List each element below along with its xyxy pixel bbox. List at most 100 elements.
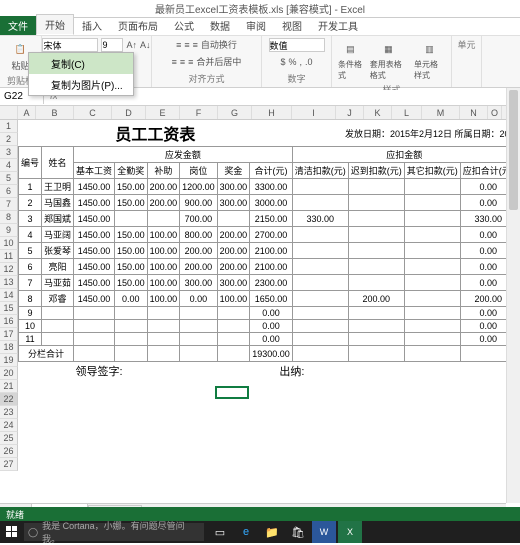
cell-no[interactable]: 11 (19, 333, 42, 346)
row-20[interactable]: 20 (0, 367, 18, 380)
cell-total[interactable]: 1650.00 (250, 291, 293, 307)
menu-file[interactable]: 文件 (0, 16, 36, 35)
cell-late[interactable] (348, 243, 404, 259)
cell-total[interactable]: 2300.00 (250, 275, 293, 291)
cell-allow[interactable]: 200.00 (147, 195, 180, 211)
row-15[interactable]: 15 (0, 302, 18, 315)
cell-clean[interactable] (292, 307, 348, 320)
cell-base[interactable] (74, 333, 115, 346)
cell-clean[interactable] (292, 275, 348, 291)
table-format-button[interactable]: ▦套用表格格式 (368, 38, 409, 83)
cell-clean[interactable]: 330.00 (292, 211, 348, 227)
cell-allow[interactable] (147, 333, 180, 346)
cell-total[interactable]: 2100.00 (250, 259, 293, 275)
align-bot-icon[interactable]: ≡ (193, 40, 198, 50)
cell-post[interactable]: 300.00 (180, 275, 218, 291)
font-name[interactable] (42, 38, 98, 52)
cell-name[interactable]: 马亚阔 (42, 227, 74, 243)
currency-icon[interactable]: $ (280, 57, 285, 67)
cell-base[interactable]: 1450.00 (74, 243, 115, 259)
cell-clean[interactable] (292, 179, 348, 195)
col-A[interactable]: A (18, 106, 36, 119)
cell-total[interactable]: 0.00 (250, 320, 293, 333)
cell-other[interactable] (404, 179, 460, 195)
wrap-button[interactable]: 自动换行 (201, 38, 237, 51)
row-10[interactable]: 10 (0, 237, 18, 250)
cell-total[interactable]: 2700.00 (250, 227, 293, 243)
cell-clean[interactable] (292, 320, 348, 333)
col-M[interactable]: M (422, 106, 460, 119)
cell-name[interactable] (42, 320, 74, 333)
align-top-icon[interactable]: ≡ (176, 40, 181, 50)
cell-post[interactable]: 200.00 (180, 259, 218, 275)
store-icon[interactable]: 🛍 (286, 521, 310, 543)
cell-total[interactable]: 2150.00 (250, 211, 293, 227)
cell-allow[interactable]: 100.00 (147, 227, 180, 243)
cell-bonus[interactable] (217, 307, 250, 320)
cell-bonus[interactable]: 300.00 (217, 195, 250, 211)
cell-base[interactable]: 1450.00 (74, 195, 115, 211)
cell-total[interactable]: 3000.00 (250, 195, 293, 211)
cell-other[interactable] (404, 333, 460, 346)
cell-no[interactable]: 3 (19, 211, 42, 227)
cell-no[interactable]: 4 (19, 227, 42, 243)
folder-icon[interactable]: 📁 (260, 521, 284, 543)
cell-no[interactable]: 2 (19, 195, 42, 211)
word-icon[interactable]: W (312, 521, 336, 543)
cell-total[interactable]: 3300.00 (250, 179, 293, 195)
align-right-icon[interactable]: ≡ (188, 57, 193, 67)
row-8[interactable]: 8 (0, 211, 18, 224)
cell-perf[interactable]: 150.00 (115, 243, 148, 259)
shrink-font-icon[interactable]: A↓ (140, 40, 151, 50)
cell-name[interactable]: 亮阳 (42, 259, 74, 275)
cell-name[interactable]: 王卫明 (42, 179, 74, 195)
row-9[interactable]: 9 (0, 224, 18, 237)
cell-style-button[interactable]: ▥单元格样式 (412, 38, 447, 83)
cell-total[interactable]: 0.00 (250, 333, 293, 346)
grow-font-icon[interactable]: A↑ (126, 40, 137, 50)
cell-post[interactable]: 0.00 (180, 291, 218, 307)
cell-no[interactable]: 9 (19, 307, 42, 320)
cell-name[interactable]: 马亚茹 (42, 275, 74, 291)
cell-allow[interactable] (147, 211, 180, 227)
col-G[interactable]: G (218, 106, 252, 119)
cell-base[interactable] (74, 307, 115, 320)
cell-bonus[interactable]: 100.00 (217, 291, 250, 307)
cell-perf[interactable]: 150.00 (115, 259, 148, 275)
cell-no[interactable]: 5 (19, 243, 42, 259)
menu-insert[interactable]: 插入 (74, 16, 110, 35)
cell-clean[interactable] (292, 195, 348, 211)
col-K[interactable]: K (364, 106, 392, 119)
row-13[interactable]: 13 (0, 276, 18, 289)
font-size[interactable] (101, 38, 123, 52)
cell-perf[interactable] (115, 333, 148, 346)
cell-perf[interactable]: 150.00 (115, 179, 148, 195)
worksheet-grid[interactable]: A B C D E F G H I J K L M N O 1234567891… (0, 106, 520, 503)
row-3[interactable]: 3 (0, 146, 18, 159)
cell-clean[interactable] (292, 291, 348, 307)
cell-other[interactable] (404, 291, 460, 307)
cell-name[interactable]: 张爱琴 (42, 243, 74, 259)
cell-no[interactable]: 1 (19, 179, 42, 195)
cell-other[interactable] (404, 243, 460, 259)
col-N[interactable]: N (460, 106, 488, 119)
align-mid-icon[interactable]: ≡ (184, 40, 189, 50)
cell-clean[interactable] (292, 227, 348, 243)
cell-late[interactable] (348, 195, 404, 211)
row-5[interactable]: 5 (0, 172, 18, 185)
row-17[interactable]: 17 (0, 328, 18, 341)
row-16[interactable]: 16 (0, 315, 18, 328)
task-view-icon[interactable]: ▭ (208, 521, 232, 543)
cell-late[interactable] (348, 227, 404, 243)
cell-perf[interactable]: 0.00 (115, 291, 148, 307)
cell-other[interactable] (404, 320, 460, 333)
col-L[interactable]: L (392, 106, 422, 119)
cell-post[interactable]: 900.00 (180, 195, 218, 211)
row-4[interactable]: 4 (0, 159, 18, 172)
cell-late[interactable] (348, 211, 404, 227)
row-12[interactable]: 12 (0, 263, 18, 276)
cell-post[interactable]: 200.00 (180, 243, 218, 259)
cell-late[interactable] (348, 179, 404, 195)
menu-home[interactable]: 开始 (36, 14, 74, 35)
cell-base[interactable] (74, 320, 115, 333)
